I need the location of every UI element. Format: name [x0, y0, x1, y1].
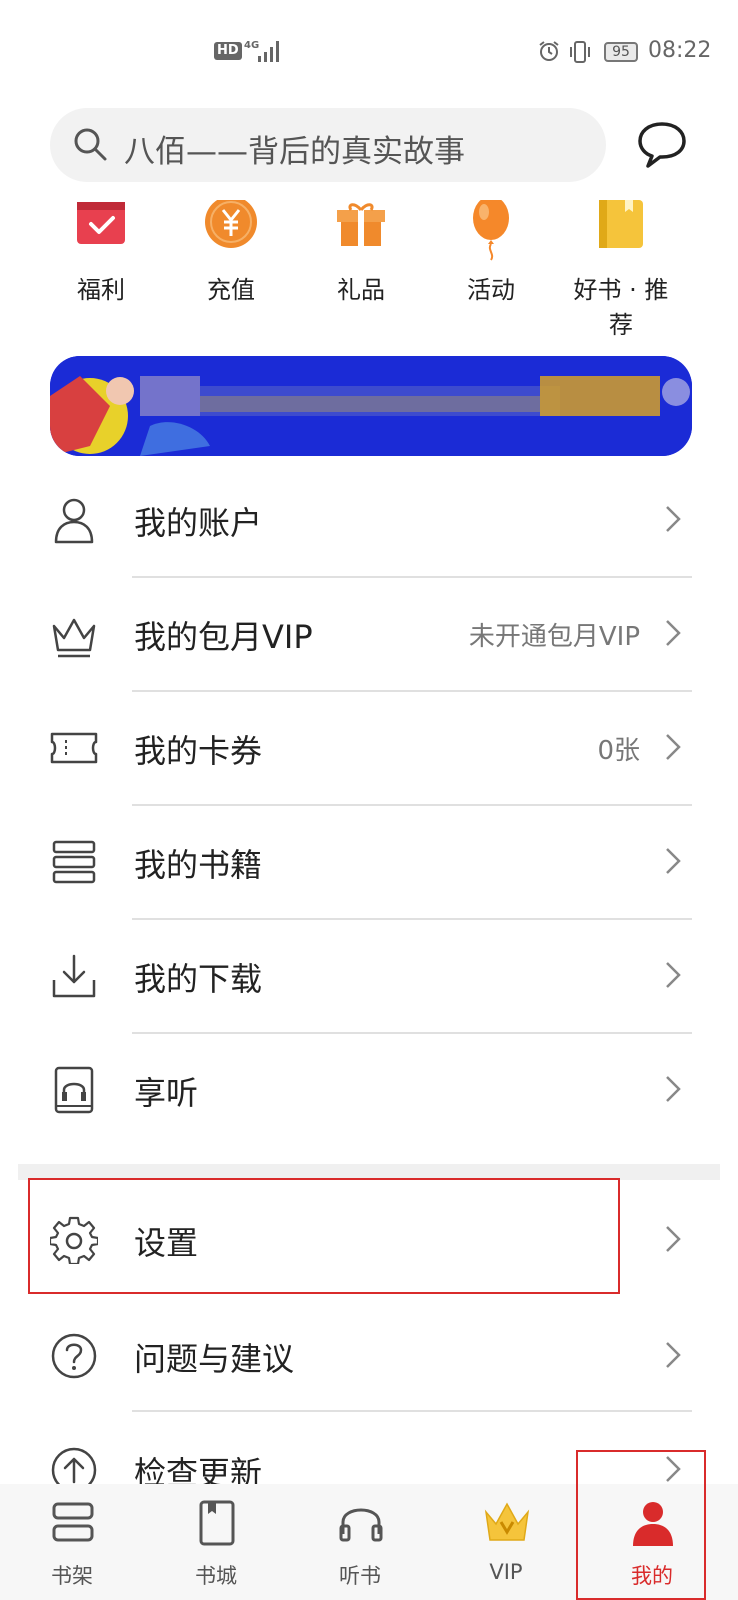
mine-tab-highlight-box — [576, 1450, 706, 1600]
crown-icon — [52, 618, 96, 658]
search-bar[interactable]: 八佰——背后的真实故事 — [50, 108, 606, 182]
gift-box-icon — [337, 203, 385, 246]
gift-calendar-icon — [77, 202, 125, 244]
menu-item-vip[interactable]: 我的包月VIP 未开通包月VIP — [0, 574, 738, 690]
question-icon — [51, 1333, 97, 1379]
tab-label: 听书 — [339, 1564, 381, 1588]
vip-crown-icon — [484, 1502, 530, 1541]
quick-link-welfare[interactable]: 福利 — [46, 200, 156, 310]
banner-artwork — [50, 356, 692, 456]
quick-link-label: 活动 — [467, 276, 515, 304]
quick-link-label: 福利 — [77, 276, 125, 304]
quick-link-recommend[interactable]: 好书 · 推荐 — [566, 200, 676, 339]
message-icon[interactable] — [634, 116, 690, 172]
search-icon — [74, 128, 107, 161]
menu-item-label: 问题与建议 — [134, 1340, 295, 1378]
status-bar: HD 4G 95 08:22 — [0, 0, 738, 100]
bottom-nav: 书架 书城 听书 VIP 我的 — [0, 1450, 738, 1600]
quick-link-events[interactable]: 活动 — [436, 200, 546, 310]
chevron-right-icon — [666, 734, 681, 760]
quick-link-label: 充值 — [207, 276, 255, 304]
tab-vip[interactable]: VIP — [446, 1484, 566, 1600]
chevron-right-icon — [666, 1342, 681, 1368]
menu-item-coupons[interactable]: 我的卡券 0张 — [0, 688, 738, 804]
chevron-right-icon — [666, 962, 681, 988]
battery-indicator: 95 — [604, 42, 638, 62]
chevron-right-icon — [666, 1226, 681, 1252]
upload-icon — [51, 1447, 97, 1484]
chevron-right-icon — [666, 620, 681, 646]
menu-item-books[interactable]: 我的书籍 — [0, 802, 738, 918]
menu-item-account[interactable]: 我的账户 — [0, 460, 738, 576]
download-icon — [52, 954, 96, 998]
ticket-icon — [50, 732, 98, 764]
menu-item-label: 检查更新 — [134, 1454, 263, 1484]
headphone-book-icon — [54, 1066, 94, 1114]
menu-item-label: 我的账户 — [134, 504, 263, 542]
menu-item-label: 享听 — [134, 1074, 199, 1112]
menu-item-label: 我的书籍 — [134, 846, 263, 884]
menu-item-listen[interactable]: 享听 — [0, 1030, 738, 1146]
headphones-icon — [339, 1508, 383, 1542]
menu-item-value: 0张 — [597, 736, 640, 766]
signal-icon — [258, 41, 279, 62]
menu-item-label: 我的卡券 — [134, 732, 263, 770]
quick-link-recharge[interactable]: 充值 — [176, 200, 286, 310]
vibrate-icon — [570, 41, 590, 63]
user-icon — [54, 498, 94, 544]
chevron-right-icon — [666, 506, 681, 532]
books-icon — [52, 840, 96, 884]
tab-label: VIP — [489, 1560, 523, 1584]
quick-link-label: 礼品 — [337, 276, 385, 304]
menu-item-feedback[interactable]: 问题与建议 — [0, 1296, 738, 1412]
tab-label: 书城 — [195, 1564, 237, 1588]
promo-banner[interactable] — [50, 356, 692, 456]
quick-link-label: 好书 · 推荐 — [573, 276, 669, 339]
quick-link-gifts[interactable]: 礼品 — [306, 200, 416, 310]
hd-badge: HD — [214, 42, 242, 60]
settings-highlight-box — [28, 1178, 620, 1294]
menu-item-downloads[interactable]: 我的下载 — [0, 916, 738, 1032]
yen-coin-icon — [205, 200, 257, 248]
balloon-icon — [473, 200, 509, 261]
clock: 08:22 — [648, 38, 712, 63]
chevron-right-icon — [666, 848, 681, 874]
search-placeholder: 八佰——背后的真实故事 — [124, 134, 465, 170]
book-icon — [599, 200, 643, 248]
bookstore-icon — [199, 1500, 235, 1546]
menu-item-label: 我的包月VIP — [134, 618, 313, 656]
tab-bookshelf[interactable]: 书架 — [12, 1484, 132, 1600]
tab-label: 书架 — [51, 1564, 93, 1588]
tab-bookstore[interactable]: 书城 — [156, 1484, 276, 1600]
menu-item-label: 我的下载 — [134, 960, 263, 998]
menu-item-value: 未开通包月VIP — [468, 622, 640, 652]
alarm-icon — [539, 41, 559, 61]
tab-audiobooks[interactable]: 听书 — [300, 1484, 420, 1600]
bookshelf-icon — [52, 1502, 94, 1542]
chevron-right-icon — [666, 1076, 681, 1102]
